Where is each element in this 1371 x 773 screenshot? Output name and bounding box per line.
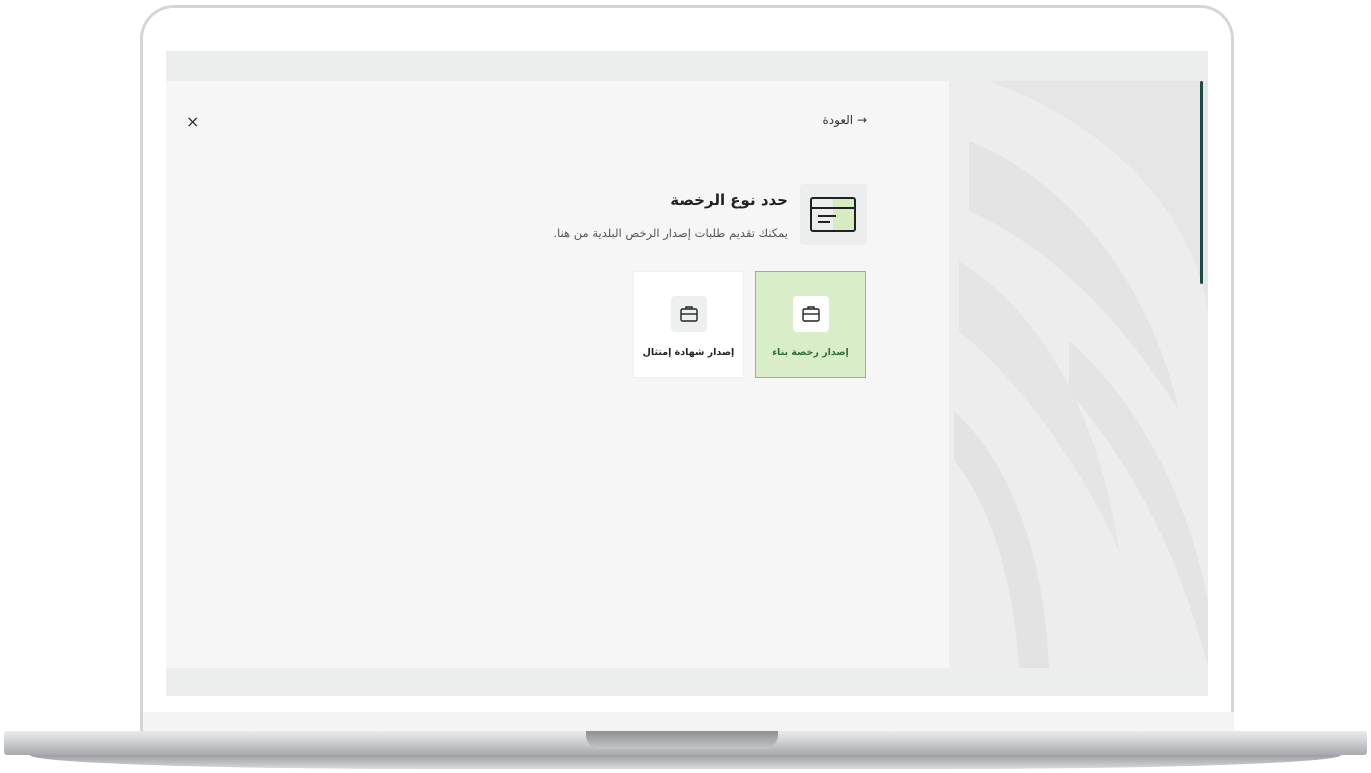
option-label: إصدار رخصة بناء	[772, 347, 849, 358]
dialog-title: حدد نوع الرخصة	[670, 191, 788, 209]
dialog-subtitle: يمكنك تقديم طلبات إصدار الرخص البلدية من…	[553, 226, 788, 240]
back-link[interactable]: → العودة	[823, 113, 867, 127]
briefcase-icon	[671, 296, 707, 332]
laptop-base-edge	[30, 755, 1341, 769]
close-button[interactable]: ×	[186, 112, 199, 131]
option-label: إصدار شهادة إمتثال	[642, 347, 735, 358]
laptop-notch	[586, 731, 778, 749]
option-building-license[interactable]: إصدار رخصة بناء	[755, 271, 866, 378]
option-compliance-certificate[interactable]: إصدار شهادة إمتثال	[633, 271, 744, 378]
decorative-palm-pattern	[949, 81, 1208, 668]
screen: × → العودة حدد نوع الرخصة يمكنك تقديم طل…	[166, 51, 1208, 696]
laptop-chin	[143, 712, 1234, 732]
scrollbar[interactable]	[1200, 81, 1203, 284]
briefcase-icon	[793, 296, 829, 332]
license-card-icon	[800, 184, 867, 245]
license-type-dialog: × → العودة حدد نوع الرخصة يمكنك تقديم طل…	[166, 81, 949, 668]
